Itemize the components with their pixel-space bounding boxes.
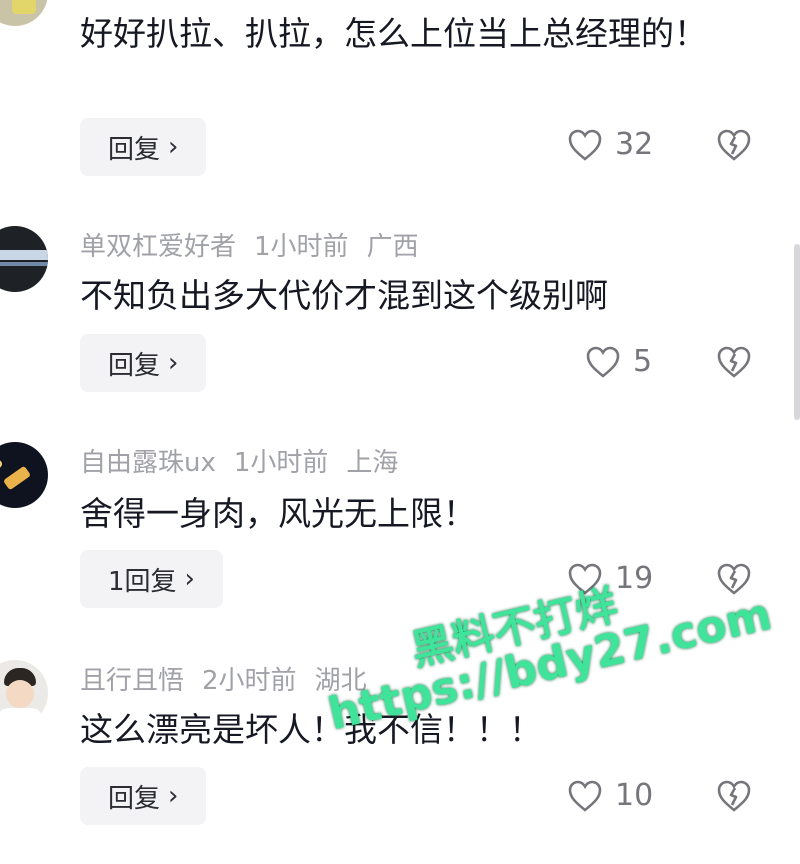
username[interactable]: 自由露珠ux xyxy=(80,448,216,478)
username[interactable]: 且行且悟 xyxy=(80,666,184,696)
location: 上海 xyxy=(346,448,399,478)
comment-text: 舍得一身肉，风光无上限！ xyxy=(80,494,476,533)
heart-outline-icon xyxy=(586,346,620,378)
reply-label: 1回复 xyxy=(108,566,177,597)
dislike-button[interactable] xyxy=(716,128,752,166)
reply-label: 回复 xyxy=(108,134,161,165)
comment-text: 不知负出多大代价才混到这个级别啊 xyxy=(80,276,608,315)
broken-heart-icon xyxy=(717,780,751,812)
reply-label: 回复 xyxy=(108,783,161,814)
heart-outline-icon xyxy=(568,780,602,812)
reply-button[interactable]: 回复 › xyxy=(80,767,207,825)
chevron-right-icon: › xyxy=(184,564,195,594)
like-button[interactable]: 5 xyxy=(585,344,652,379)
like-button[interactable]: 32 xyxy=(567,127,653,162)
broken-heart-icon xyxy=(717,346,751,378)
like-count: 5 xyxy=(633,344,653,379)
reply-button[interactable]: 1回复 › xyxy=(80,550,223,608)
comment-text: 好好扒拉、扒拉，怎么上位当上总经理的！ xyxy=(80,14,707,53)
reply-label: 回复 xyxy=(108,350,161,381)
avatar[interactable] xyxy=(0,226,48,292)
dislike-button[interactable] xyxy=(716,345,752,383)
timestamp: 1小时前 xyxy=(233,448,329,478)
scrollbar[interactable] xyxy=(794,244,800,420)
location: 广西 xyxy=(366,232,419,262)
dislike-button[interactable] xyxy=(716,779,752,817)
reply-button[interactable]: 回复 › xyxy=(80,334,207,392)
timestamp: 2小时前 xyxy=(202,666,297,696)
chevron-right-icon: › xyxy=(168,781,179,811)
like-button[interactable]: 10 xyxy=(567,778,653,813)
heart-outline-icon xyxy=(568,129,602,161)
timestamp: 1小时前 xyxy=(254,232,349,262)
avatar[interactable] xyxy=(0,442,48,508)
like-count: 10 xyxy=(615,778,654,813)
avatar[interactable] xyxy=(0,0,48,26)
broken-heart-icon xyxy=(717,129,751,161)
chevron-right-icon: › xyxy=(168,132,179,162)
comment-meta: 自由露珠ux 1小时前 上海 xyxy=(80,442,416,479)
comment-meta: 单双杠爱好者 1小时前 广西 xyxy=(80,226,437,263)
chevron-right-icon: › xyxy=(168,348,179,378)
like-count: 32 xyxy=(615,127,654,162)
avatar[interactable] xyxy=(0,660,48,726)
username[interactable]: 单双杠爱好者 xyxy=(80,232,236,262)
reply-button[interactable]: 回复 › xyxy=(80,118,207,176)
